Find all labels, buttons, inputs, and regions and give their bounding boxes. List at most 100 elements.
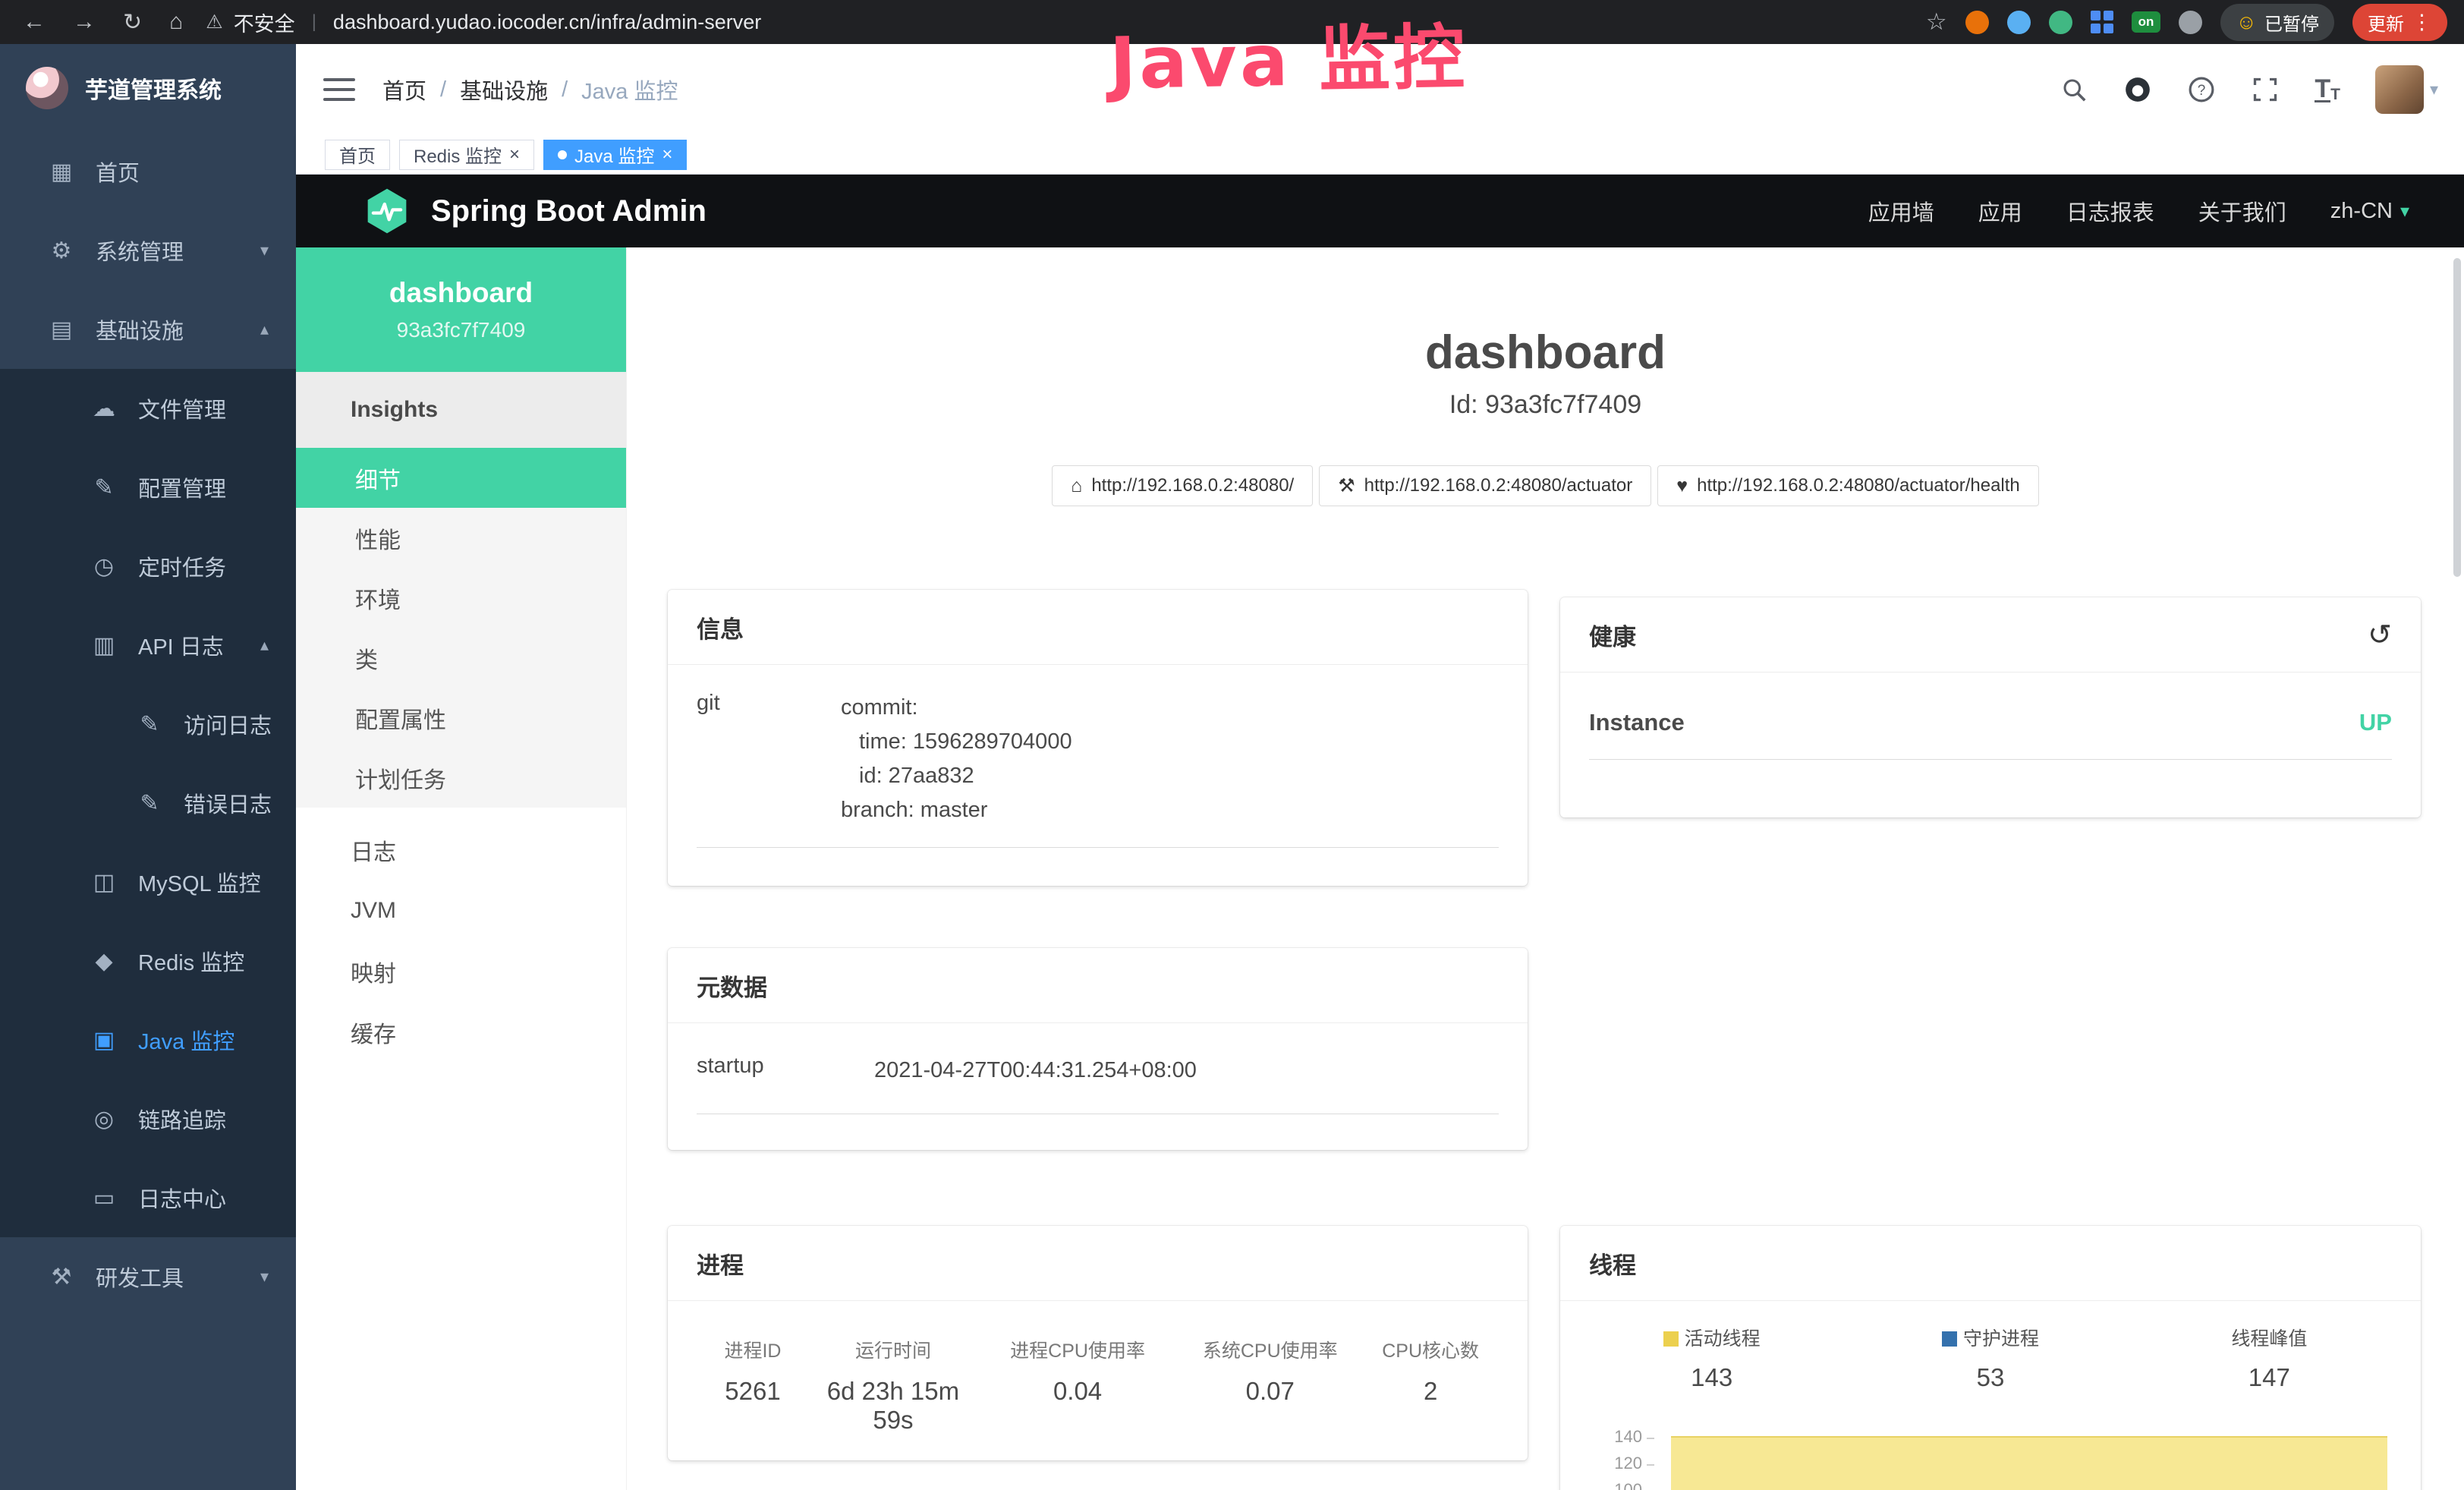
sba-item-scheduled-tasks[interactable]: 计划任务 — [296, 748, 626, 808]
update-button[interactable]: 更新 ⋮ — [2352, 4, 2447, 41]
sidebar-item-file-management[interactable]: ☁ 文件管理 — [0, 369, 296, 448]
sidebar-item-java-monitor[interactable]: ▣ Java 监控 — [0, 1000, 296, 1079]
sba-locale-select[interactable]: zh-CN ▾ — [2330, 199, 2409, 224]
service-url-link[interactable]: ⌂ http://192.168.0.2:48080/ — [1052, 465, 1313, 506]
browser-home-icon[interactable]: ⌂ — [169, 9, 183, 35]
grid-extension-icon[interactable] — [2091, 11, 2113, 33]
sba-brand[interactable]: Spring Boot Admin — [363, 187, 706, 235]
edit-icon: ✎ — [90, 474, 118, 501]
tag-redis-monitor[interactable]: Redis 监控 × — [399, 140, 534, 170]
api-log-icon: ▥ — [90, 632, 118, 659]
sidebar-item-config-management[interactable]: ✎ 配置管理 — [0, 448, 296, 527]
sidebar-submenu-infrastructure: ☁ 文件管理 ✎ 配置管理 ◷ 定时任务 ▥ API 日志 ▴ ✎ 访问日志 ✎ — [0, 369, 296, 1237]
sidebar-item-label: 系统管理 — [96, 235, 184, 266]
close-icon[interactable]: × — [509, 144, 520, 165]
refresh-icon[interactable]: ↻ — [123, 9, 142, 36]
back-icon[interactable]: ← — [23, 9, 46, 35]
y-axis-tick: 100 — [1600, 1480, 1654, 1490]
sba-item-environment[interactable]: 环境 — [296, 568, 626, 628]
bookmark-star-icon[interactable]: ☆ — [1926, 8, 1947, 36]
address-bar[interactable]: ⚠ 不安全 | dashboard.yudao.iocoder.cn/infra… — [206, 8, 761, 37]
tags-bar: 首页 Redis 监控 × Java 监控 × — [296, 135, 2464, 175]
kebab-menu-icon[interactable]: ⋮ — [2412, 11, 2432, 34]
puzzle-extension-icon[interactable] — [2179, 11, 2202, 34]
font-size-icon[interactable]: TT — [2315, 77, 2340, 102]
help-icon[interactable]: ? — [2187, 75, 2216, 104]
sidebar-item-mysql-monitor[interactable]: ◫ MySQL 监控 — [0, 843, 296, 921]
process-metric: 进程ID 5261 — [697, 1336, 809, 1435]
sba-item-logs[interactable]: 日志 — [296, 820, 626, 880]
security-label: 不安全 — [234, 8, 295, 37]
sidebar-item-redis-monitor[interactable]: ◆ Redis 监控 — [0, 921, 296, 1000]
gear-icon: ⚙ — [47, 238, 76, 264]
metadata-startup-row: startup 2021-04-27T00:44:31.254+08:00 — [697, 1049, 1499, 1114]
sba-item-mappings[interactable]: 映射 — [296, 941, 626, 1002]
sba-item-performance[interactable]: 性能 — [296, 508, 626, 568]
sba-nav: 应用墙 应用 日志报表 关于我们 zh-CN ▾ — [1868, 195, 2409, 227]
scrollbar-thumb[interactable] — [2453, 258, 2461, 577]
github-icon[interactable] — [2123, 75, 2152, 104]
git-commit-line: commit: — [841, 691, 1072, 725]
sba-header: Spring Boot Admin 应用墙 应用 日志报表 关于我们 zh-CN… — [296, 175, 2464, 247]
not-secure-warning-icon: ⚠ — [206, 11, 222, 33]
legend-value: 53 — [1851, 1363, 2129, 1392]
sba-item-details[interactable]: 细节 — [296, 448, 626, 508]
on-switch-badge[interactable]: on — [2132, 11, 2161, 33]
sidebar-item-home[interactable]: ▦ 首页 — [0, 132, 296, 211]
search-icon[interactable] — [2060, 75, 2088, 104]
breadcrumb-home[interactable]: 首页 — [382, 74, 426, 106]
sidebar-item-access-logs[interactable]: ✎ 访问日志 — [0, 685, 296, 764]
user-avatar-menu[interactable]: ▾ — [2375, 65, 2438, 114]
tag-java-monitor[interactable]: Java 监控 × — [543, 140, 687, 170]
sidebar-item-label: 研发工具 — [96, 1261, 184, 1293]
sba-instance-header[interactable]: dashboard 93a3fc7f7409 — [296, 247, 626, 372]
fullscreen-icon[interactable] — [2251, 75, 2280, 104]
sidebar-item-label: 配置管理 — [138, 471, 226, 503]
legend-value: 143 — [1572, 1363, 1851, 1392]
sidebar-item-label: 首页 — [96, 156, 140, 187]
sba-bottom-items: 日志 JVM 映射 缓存 — [296, 808, 626, 1063]
sba-item-caches[interactable]: 缓存 — [296, 1002, 626, 1063]
sidebar-item-api-logs[interactable]: ▥ API 日志 ▴ — [0, 606, 296, 685]
health-url-link[interactable]: ♥ http://192.168.0.2:48080/actuator/heal… — [1657, 465, 2039, 506]
tag-label: Java 监控 — [574, 141, 654, 168]
extension-icon[interactable] — [2007, 11, 2031, 34]
sba-nav-journal[interactable]: 日志报表 — [2066, 195, 2154, 227]
close-icon[interactable]: × — [662, 144, 672, 165]
sidebar-item-link-tracing[interactable]: ◎ 链路追踪 — [0, 1079, 296, 1158]
chevron-down-icon: ▾ — [2400, 200, 2409, 222]
sba-item-config-props[interactable]: 配置属性 — [296, 688, 626, 748]
app-logo[interactable]: 芋道管理系统 — [0, 44, 296, 132]
metric-label: 进程CPU使用率 — [977, 1336, 1178, 1363]
sidebar-item-scheduled-tasks[interactable]: ◷ 定时任务 — [0, 527, 296, 606]
actuator-url-link[interactable]: ⚒ http://192.168.0.2:48080/actuator — [1319, 465, 1651, 506]
sidebar-item-infrastructure[interactable]: ▤ 基础设施 ▴ — [0, 290, 296, 369]
forward-icon[interactable]: → — [73, 9, 96, 35]
sba-item-jvm[interactable]: JVM — [296, 880, 626, 941]
legend-live-threads: 活动线程 143 — [1572, 1324, 1851, 1392]
sidebar-item-log-center[interactable]: ▭ 日志中心 — [0, 1158, 296, 1237]
sba-nav-about[interactable]: 关于我们 — [2198, 195, 2286, 227]
history-icon[interactable]: ↺ — [2368, 618, 2392, 652]
profile-paused-badge[interactable]: ☺ 已暂停 — [2220, 4, 2334, 41]
browser-toolbar-right: ☆ on ☺ 已暂停 更新 ⋮ — [1926, 4, 2464, 41]
extension-icon[interactable] — [1965, 11, 1989, 34]
app-title: 芋道管理系统 — [85, 71, 222, 105]
sidebar-item-dev-tools[interactable]: ⚒ 研发工具 ▾ — [0, 1237, 296, 1316]
process-card: 进程 进程ID 5261 运行时间 6d 23h 15m 59s 进程CPU使用… — [668, 1226, 1528, 1460]
timer-icon: ◷ — [90, 553, 118, 580]
breadcrumb-infrastructure[interactable]: 基础设施 — [460, 74, 548, 106]
mysql-icon: ◫ — [90, 869, 118, 896]
tag-home[interactable]: 首页 — [325, 140, 390, 170]
tools-icon: ⚒ — [47, 1264, 76, 1290]
metric-label: CPU核心数 — [1362, 1336, 1499, 1363]
sidebar-item-error-logs[interactable]: ✎ 错误日志 — [0, 764, 296, 843]
sba-nav-applications[interactable]: 应用 — [1978, 195, 2022, 227]
extension-icon[interactable] — [2049, 11, 2072, 34]
sidebar-item-system-management[interactable]: ⚙ 系统管理 ▾ — [0, 211, 296, 290]
sba-item-classes[interactable]: 类 — [296, 628, 626, 688]
redis-icon: ◆ — [90, 948, 118, 975]
sba-nav-wallboard[interactable]: 应用墙 — [1868, 195, 1934, 227]
sidebar-item-label: 定时任务 — [138, 550, 226, 582]
sidebar-collapse-icon[interactable] — [323, 78, 355, 101]
